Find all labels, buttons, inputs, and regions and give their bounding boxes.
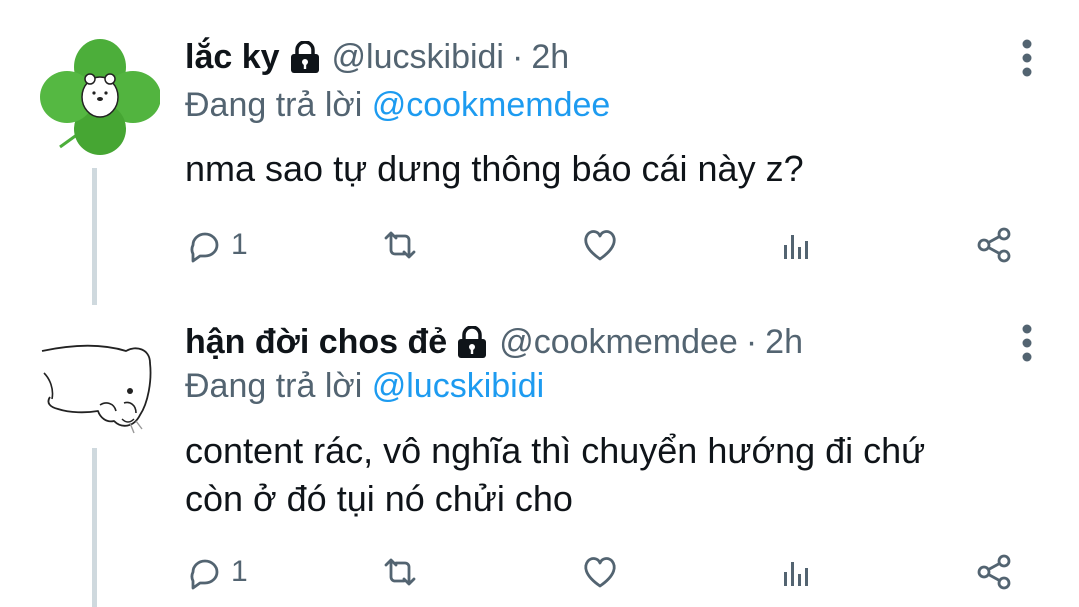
views-icon xyxy=(784,562,808,586)
views-button[interactable] xyxy=(775,220,815,270)
share-icon xyxy=(977,227,1011,263)
reply-icon xyxy=(190,232,219,263)
tweet-text-line: còn ở đó tụi nó chửi cho xyxy=(185,478,573,519)
thread-line xyxy=(92,448,97,607)
share-button[interactable] xyxy=(975,220,1015,270)
user-handle[interactable]: @cookmemdee xyxy=(499,323,738,362)
reply-icon xyxy=(190,559,219,590)
views-icon xyxy=(784,235,808,259)
replying-prefix: Đang trả lời xyxy=(185,86,363,124)
action-bar: 1 xyxy=(185,547,1035,597)
mention-link[interactable]: @lucskibidi xyxy=(372,367,544,405)
retweet-icon xyxy=(384,558,416,586)
retweet-button[interactable] xyxy=(380,547,420,597)
separator-dot: · xyxy=(745,323,758,361)
share-button[interactable] xyxy=(975,547,1015,597)
thread-line xyxy=(92,168,97,305)
like-icon xyxy=(584,230,616,261)
mention-link[interactable]: @cookmemdee xyxy=(372,86,611,124)
tweet-2[interactable]: hận đời chos đẻ @cookmemdee · 2h Đang tr… xyxy=(0,305,1079,607)
tweet-text: nma sao tự dưng thông báo cái này z? xyxy=(185,148,804,189)
timestamp[interactable]: 2h xyxy=(765,323,803,362)
more-options-button[interactable] xyxy=(1020,323,1034,363)
more-vertical-icon xyxy=(1022,39,1032,77)
more-options-button[interactable] xyxy=(1020,38,1034,78)
lock-icon xyxy=(288,39,322,75)
retweet-button[interactable] xyxy=(380,220,420,270)
views-button[interactable] xyxy=(775,547,815,597)
like-icon xyxy=(584,557,616,588)
tweet-1[interactable]: lắc ky @lucskibidi · 2h Đang trả lời @co… xyxy=(0,0,1079,305)
separator-dot: · xyxy=(512,38,524,76)
display-name[interactable]: hận đời chos đẻ xyxy=(185,323,447,362)
retweet-icon xyxy=(384,231,416,259)
clover-bear-avatar xyxy=(40,39,161,155)
tweet-text: content rác, vô nghĩa thì chuyển hướng đ… xyxy=(185,427,1045,523)
timestamp[interactable]: 2h xyxy=(531,38,569,77)
action-bar: 1 xyxy=(185,220,1035,270)
avatar[interactable] xyxy=(40,323,160,443)
lock-icon xyxy=(455,324,489,360)
reply-button[interactable]: 1 xyxy=(185,220,248,270)
avatar[interactable] xyxy=(40,37,161,157)
share-icon xyxy=(977,554,1011,590)
sketch-dog-avatar xyxy=(41,344,152,434)
user-handle[interactable]: @lucskibidi xyxy=(332,38,504,77)
reply-count: 1 xyxy=(231,555,248,588)
display-name[interactable]: lắc ky xyxy=(185,38,280,77)
replying-to: Đang trả lời @lucskibidi xyxy=(185,367,544,406)
more-vertical-icon xyxy=(1022,324,1032,362)
reply-count: 1 xyxy=(231,228,248,261)
tweet-header: lắc ky @lucskibidi · 2h xyxy=(185,38,569,77)
reply-button[interactable]: 1 xyxy=(185,547,248,597)
replying-to: Đang trả lời @cookmemdee xyxy=(185,86,610,125)
tweet-header: hận đời chos đẻ @cookmemdee · 2h xyxy=(185,323,803,362)
like-button[interactable] xyxy=(580,220,620,270)
tweet-text-line: content rác, vô nghĩa thì chuyển hướng đ… xyxy=(185,430,926,471)
replying-prefix: Đang trả lời xyxy=(185,367,363,405)
like-button[interactable] xyxy=(580,547,620,597)
